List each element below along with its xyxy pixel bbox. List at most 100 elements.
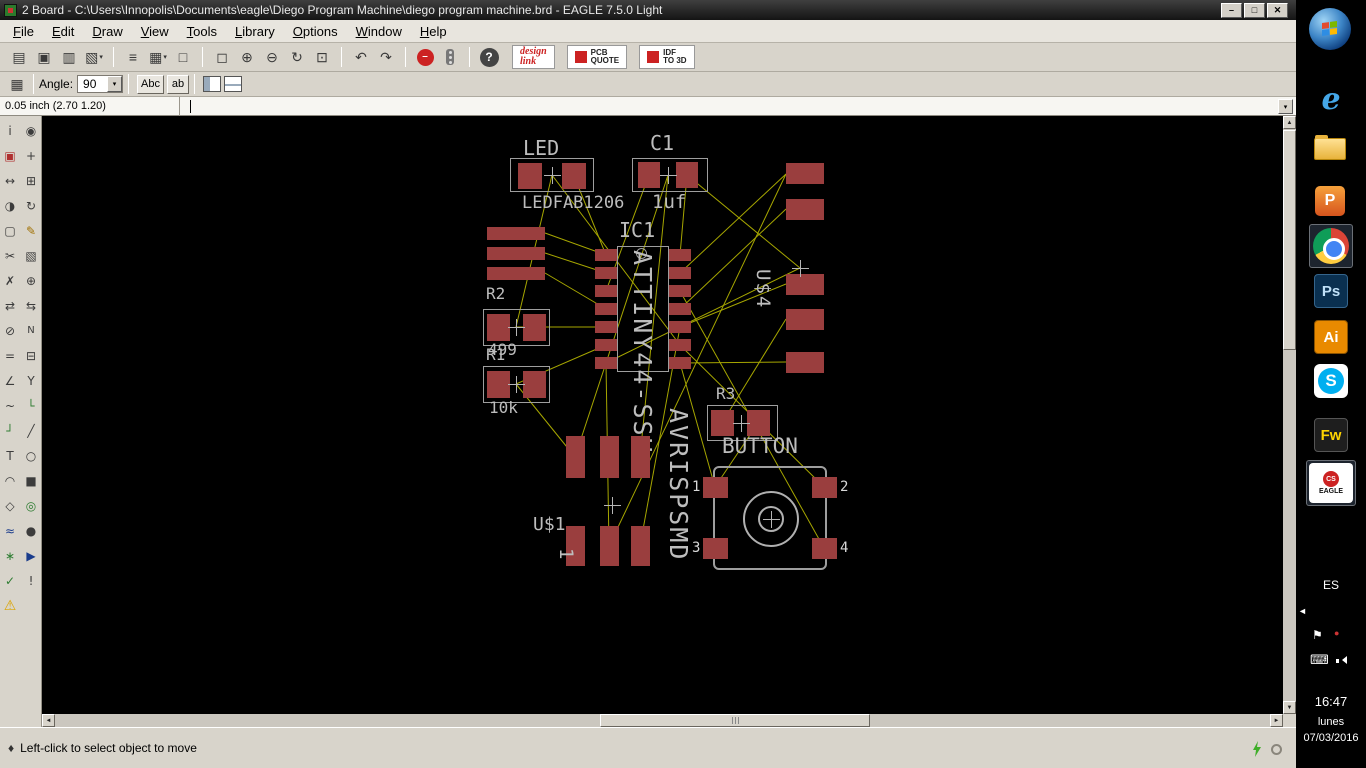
origin-cross[interactable] [508,376,525,393]
smd-pad[interactable] [812,538,837,559]
change-tool-icon[interactable]: ✎ [21,219,41,242]
text-tool-icon[interactable]: T [0,444,20,467]
smd-pad[interactable] [595,321,617,333]
rotate-tool-icon[interactable]: ↻ [21,194,41,217]
origin-cross[interactable] [763,511,780,528]
menu-edit[interactable]: Edit [43,22,83,41]
go-icon[interactable] [439,46,461,68]
smd-pad[interactable] [562,163,586,189]
command-history-caret-icon[interactable]: ▾ [1278,99,1293,114]
ratsnest-tool-icon[interactable]: ∗ [0,544,20,567]
clock-day[interactable]: lunes [1296,716,1366,728]
pinswap-tool-icon[interactable]: ⇄ [0,294,20,317]
add-tool-icon[interactable]: ⊕ [21,269,41,292]
hole-tool-icon[interactable]: ● [21,519,41,542]
refdes-u4[interactable]: U$4 [752,269,774,309]
print-icon[interactable]: ▥ [58,46,80,68]
circle-tool-icon[interactable]: ○ [21,444,41,467]
start-button[interactable] [1309,8,1351,50]
smd-pad[interactable] [487,267,545,280]
smd-pad[interactable] [669,285,691,297]
origin-cross[interactable] [792,260,809,277]
smd-pad[interactable] [595,285,617,297]
name-tool-icon[interactable]: N [21,319,41,342]
value-c1[interactable]: 1uf [652,193,686,212]
origin-cross[interactable] [660,167,677,184]
smd-pad[interactable] [523,314,546,341]
smd-pad[interactable] [786,274,824,295]
menu-help[interactable]: Help [411,22,456,41]
scroll-down-icon[interactable]: ▼ [1283,701,1296,714]
taskbar-photoshop-icon[interactable]: Ps [1314,274,1348,308]
paste-tool-icon[interactable]: ▧ [21,244,41,267]
menu-library[interactable]: Library [226,22,284,41]
keyboard-tray-icon[interactable]: ⌨ [1310,652,1329,668]
command-input-caret[interactable] [190,100,191,113]
route-tool-icon[interactable]: └ [21,394,41,417]
mark-tool-icon[interactable]: + [21,144,41,167]
smash-tool-icon[interactable]: ⊟ [21,344,41,367]
smd-pad[interactable] [595,267,617,279]
value-r1[interactable]: 10k [489,400,518,416]
zoom-select-icon[interactable]: ⊡ [311,46,333,68]
show-tool-icon[interactable]: ◉ [21,119,41,142]
refdes-r2[interactable]: R2 [486,286,505,302]
smd-pad[interactable] [786,309,824,330]
smd-pad[interactable] [747,410,770,436]
scroll-left-icon[interactable]: ◄ [42,714,55,727]
refdes-button[interactable]: BUTTON [722,436,798,457]
smd-pad[interactable] [600,436,619,478]
language-indicator[interactable]: ES [1296,578,1366,592]
layer-blank-icon[interactable]: □ [172,46,194,68]
smd-pad[interactable] [711,410,734,436]
refdes-r3[interactable]: R3 [716,386,735,402]
taskbar-office-icon[interactable]: P [1315,186,1345,216]
display-tool-icon[interactable]: ▣ [0,144,20,167]
scroll-right-icon[interactable]: ► [1270,714,1283,727]
scroll-up-icon[interactable]: ▲ [1283,116,1296,129]
smd-pad[interactable] [487,247,545,260]
errors-tool-icon[interactable]: ! [21,569,41,592]
smd-pad[interactable] [523,371,546,398]
smd-pad[interactable] [703,538,728,559]
smd-pad[interactable] [669,303,691,315]
taskbar-illustrator-icon[interactable]: Ai [1314,320,1348,354]
cam-processor-icon[interactable]: ▧ ▾ [83,46,105,68]
layer-settings-icon[interactable]: ▦ ▾ [147,46,169,68]
cut-tool-icon[interactable]: ✂ [0,244,20,267]
menu-window[interactable]: Window [347,22,411,41]
smd-pad[interactable] [812,477,837,498]
refdes-r1[interactable]: R1 [486,347,505,363]
clock-date[interactable]: 07/03/2016 [1296,732,1366,744]
smd-pad[interactable] [518,163,542,189]
refdes-led[interactable]: LED [523,138,559,158]
value-ic1[interactable]: ATTINY44-SSU [628,250,657,455]
text-size-button[interactable]: ab [167,74,189,94]
run-script-icon[interactable]: ≡ [122,46,144,68]
rect-tool-icon[interactable]: ■ [21,469,41,492]
taskbar-skype-icon[interactable]: S [1314,364,1348,398]
origin-cross[interactable] [604,497,621,514]
title-bar[interactable]: 2 Board - C:\Users\Innopolis\Documents\e… [0,0,1296,20]
menu-draw[interactable]: Draw [83,22,131,41]
zoom-in-icon[interactable]: ⊕ [236,46,258,68]
zoom-out-icon[interactable]: ⊖ [261,46,283,68]
drc-tool-icon[interactable]: ✓ [0,569,20,592]
origin-cross[interactable] [733,415,750,432]
smd-pad[interactable] [786,163,824,184]
copy-tool-icon[interactable]: ⊞ [21,169,41,192]
smd-pad[interactable] [487,371,510,398]
refdes-u1[interactable]: U$1 [533,516,566,534]
minimize-button[interactable]: – [1221,2,1242,18]
smd-pad[interactable] [669,339,691,351]
volume-tray-icon[interactable] [1336,656,1347,665]
smd-pad[interactable] [566,436,585,478]
smd-pad[interactable] [595,357,617,369]
move-tool-icon[interactable]: ↔ [0,169,20,192]
pane-layout-button-1[interactable] [203,76,221,92]
arc-tool-icon[interactable]: ◠ [0,469,20,492]
value-led[interactable]: LEDFAB1206 [522,195,624,212]
smd-pad[interactable] [669,267,691,279]
miter-tool-icon[interactable]: ∠ [0,369,20,392]
lock-tool-icon[interactable]: ⊘ [0,319,20,342]
